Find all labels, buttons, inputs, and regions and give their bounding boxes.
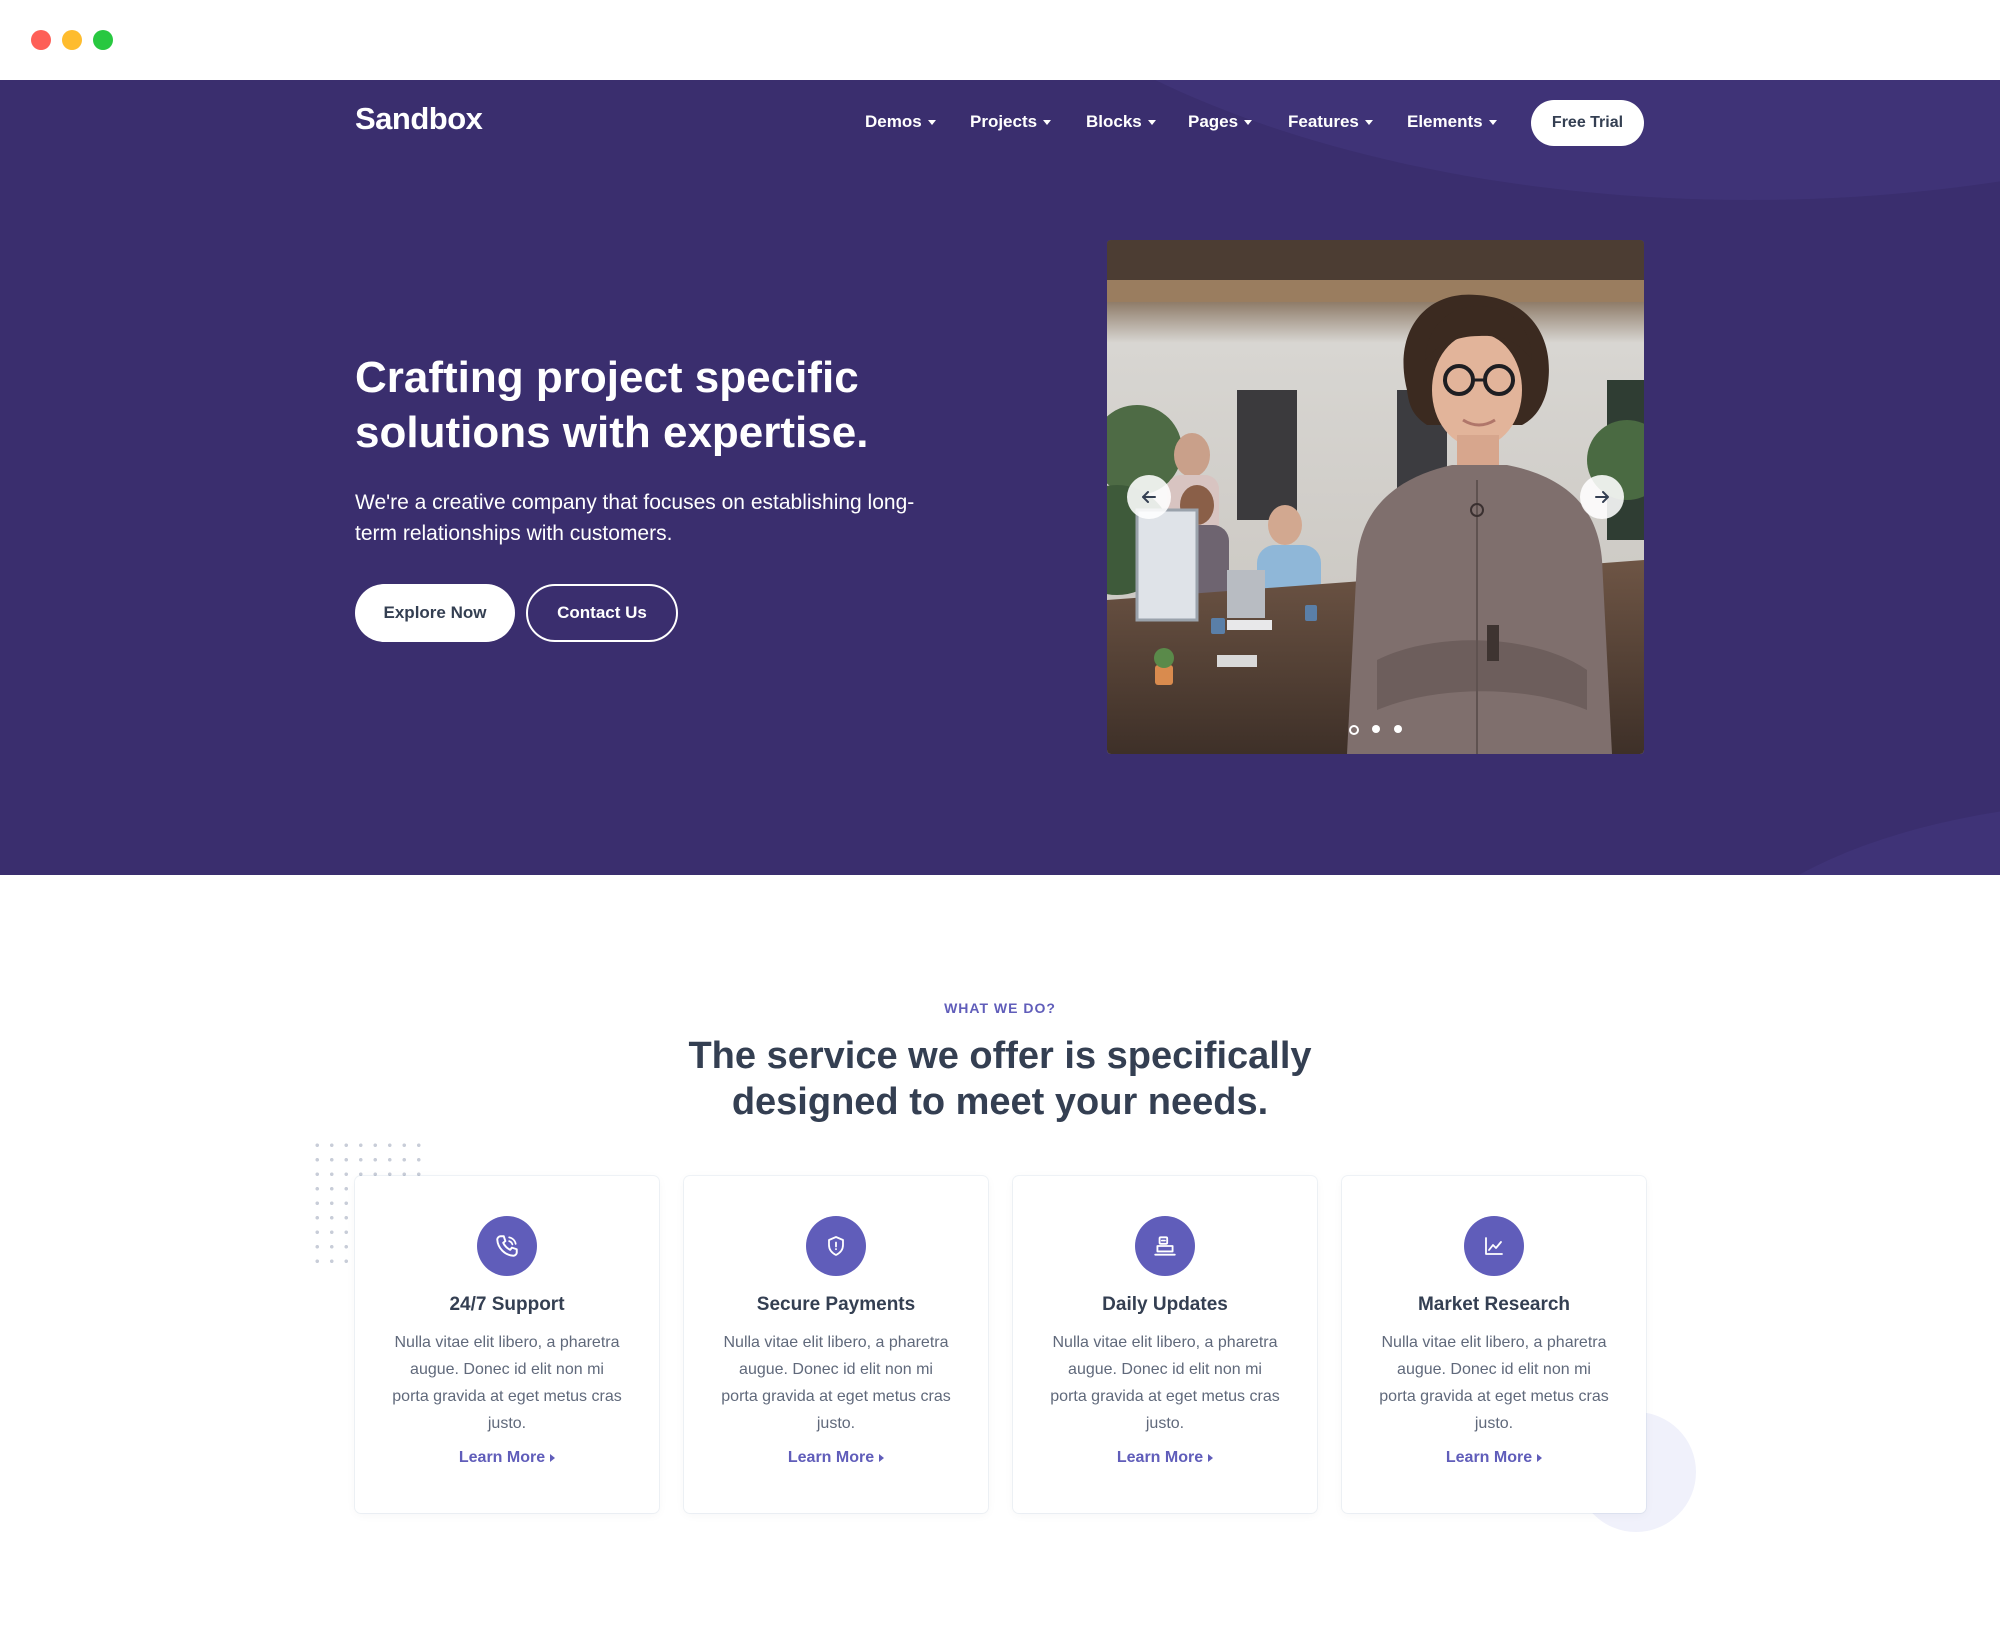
- arrow-left-icon: [1142, 491, 1156, 503]
- hero-section: [0, 80, 2000, 875]
- contact-us-button[interactable]: Contact Us: [526, 584, 678, 642]
- nav-item-demos[interactable]: Demos: [865, 112, 936, 132]
- caret-down-icon: [1043, 120, 1052, 126]
- explore-now-button[interactable]: Explore Now: [355, 584, 515, 642]
- service-icon-badge: [1464, 1216, 1524, 1276]
- slider-dot-3[interactable]: [1394, 725, 1402, 733]
- nav-item-label: Projects: [970, 112, 1038, 131]
- learn-more-link[interactable]: Learn More: [684, 1449, 988, 1467]
- learn-more-label: Learn More: [1445, 1449, 1533, 1466]
- caret-down-icon: [1244, 120, 1253, 126]
- caret-down-icon: [1364, 120, 1373, 126]
- service-card-research: Market Research Nulla vitae elit libero,…: [1342, 1176, 1646, 1513]
- service-description: Nulla vitae elit libero, a pharetra augu…: [392, 1334, 622, 1432]
- service-title: Market Research: [1417, 1294, 1571, 1315]
- learn-more-link[interactable]: Learn More: [1342, 1449, 1646, 1467]
- window-minimize-dot[interactable]: [62, 30, 82, 50]
- woman-portrait-photo: [1107, 240, 1644, 754]
- nav-item-projects[interactable]: Projects: [970, 112, 1052, 132]
- nav-item-label: Blocks: [1086, 112, 1142, 131]
- service-description: Nulla vitae elit libero, a pharetra augu…: [721, 1334, 951, 1432]
- arrow-right-icon: [1595, 491, 1609, 503]
- window-close-dot[interactable]: [31, 30, 51, 50]
- nav-item-label: Elements: [1407, 112, 1483, 131]
- section-title: The service we offer is specifically des…: [688, 1035, 1312, 1123]
- slider-next-button[interactable]: [1580, 475, 1624, 519]
- service-card-updates: Daily Updates Nulla vitae elit libero, a…: [1013, 1176, 1317, 1513]
- learn-more-label: Learn More: [458, 1449, 546, 1466]
- laptop-icon: [1154, 1236, 1176, 1256]
- nav-item-label: Features: [1288, 112, 1359, 131]
- phone-icon: [496, 1235, 518, 1257]
- service-description: Nulla vitae elit libero, a pharetra augu…: [1050, 1334, 1280, 1432]
- learn-more-label: Learn More: [1116, 1449, 1204, 1466]
- slider-prev-button[interactable]: [1127, 475, 1171, 519]
- hero-title: Crafting project specific solutions with…: [355, 353, 869, 457]
- chart-line-icon: [1485, 1237, 1503, 1255]
- service-icon-badge: [1135, 1216, 1195, 1276]
- service-card-support: 24/7 Support Nulla vitae elit libero, a …: [355, 1176, 659, 1513]
- service-icon-badge: [806, 1216, 866, 1276]
- nav-item-elements[interactable]: Elements: [1407, 112, 1497, 132]
- service-icon-badge: [477, 1216, 537, 1276]
- caret-right-icon: [550, 1453, 556, 1462]
- nav-item-features[interactable]: Features: [1288, 112, 1373, 132]
- nav-item-label: Demos: [865, 112, 922, 131]
- nav-item-label: Pages: [1188, 112, 1239, 131]
- service-title: 24/7 Support: [449, 1294, 565, 1315]
- window-maximize-dot[interactable]: [93, 30, 113, 50]
- brand-logo[interactable]: Sandbox: [355, 101, 483, 137]
- service-title: Daily Updates: [1102, 1294, 1228, 1315]
- service-description: Nulla vitae elit libero, a pharetra augu…: [1379, 1334, 1609, 1432]
- caret-right-icon: [1208, 1453, 1214, 1462]
- slider-dot-2[interactable]: [1372, 725, 1380, 733]
- learn-more-link[interactable]: Learn More: [1013, 1449, 1317, 1467]
- hero-background-shape-bottom: [1700, 800, 2000, 875]
- caret-down-icon: [1147, 120, 1156, 126]
- learn-more-label: Learn More: [787, 1449, 875, 1466]
- caret-down-icon: [1488, 120, 1497, 126]
- nav-item-blocks[interactable]: Blocks: [1086, 112, 1156, 132]
- caret-right-icon: [879, 1453, 885, 1462]
- shield-icon: [828, 1236, 844, 1256]
- free-trial-button[interactable]: Free Trial: [1531, 100, 1644, 146]
- browser-window-bar: [0, 0, 2000, 80]
- learn-more-link[interactable]: Learn More: [355, 1449, 659, 1467]
- service-title: Secure Payments: [756, 1294, 916, 1315]
- nav-item-pages[interactable]: Pages: [1188, 112, 1253, 132]
- slider-dot-1[interactable]: [1349, 725, 1359, 735]
- hero-image-slider[interactable]: [1107, 240, 1644, 754]
- section-eyebrow: WHAT WE DO?: [944, 1000, 1056, 1016]
- hero-description: We're a creative company that focuses on…: [355, 491, 915, 545]
- caret-down-icon: [927, 120, 936, 126]
- service-card-payments: Secure Payments Nulla vitae elit libero,…: [684, 1176, 988, 1513]
- hero-background-shape: [900, 80, 2000, 200]
- caret-right-icon: [1537, 1453, 1543, 1462]
